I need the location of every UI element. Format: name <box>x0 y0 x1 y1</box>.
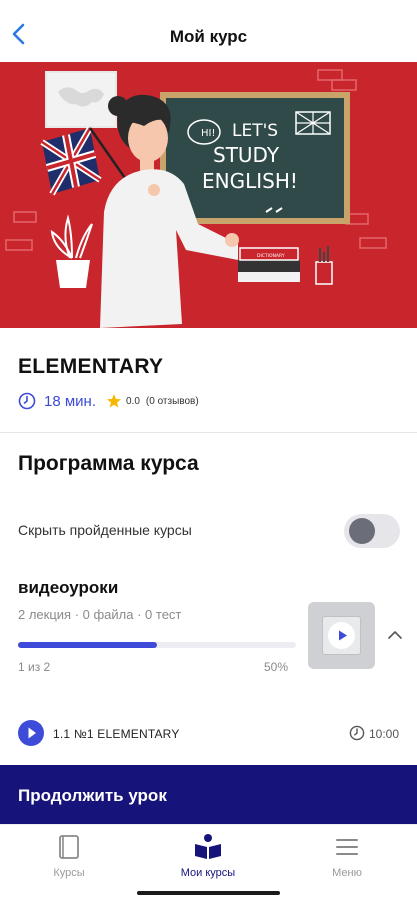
course-rating: 0.0 <box>126 395 140 407</box>
toggle-knob <box>349 518 375 544</box>
tab-my-courses-label: Мои курсы <box>180 867 236 879</box>
course-reviews[interactable]: (0 отзывов) <box>146 396 199 407</box>
section-stats: 2 лекция · 0 файла · 0 тест <box>18 607 182 622</box>
course-duration: 18 мин. <box>44 392 96 410</box>
tab-menu[interactable]: Меню <box>297 833 397 879</box>
chevron-up-icon[interactable] <box>386 628 404 642</box>
open-book-icon <box>195 834 221 859</box>
bottom-tab-bar: Курсы Мои курсы Меню <box>0 824 417 900</box>
teacher-illustration: HI! LET'S STUDY ENGLISH! DICTIONARY <box>0 62 417 328</box>
clock-icon <box>349 725 365 741</box>
program-title: Программа курса <box>18 452 199 475</box>
clock-icon <box>18 392 36 410</box>
course-title: ELEMENTARY <box>18 355 164 378</box>
play-circle-icon <box>328 622 355 649</box>
book-icon <box>59 835 79 859</box>
progress-percent: 50% <box>264 660 289 674</box>
lesson-title: 1.1 №1 ELEMENTARY <box>53 727 180 741</box>
speech-bubble-text: HI! <box>201 128 215 139</box>
tab-menu-label: Меню <box>332 867 362 879</box>
home-indicator <box>137 891 280 895</box>
continue-lesson-button[interactable]: Продолжить урок <box>0 765 417 824</box>
section-progress-bar <box>18 642 296 648</box>
star-icon <box>107 394 121 408</box>
play-icon[interactable] <box>18 720 44 746</box>
divider <box>0 432 417 433</box>
tab-courses[interactable]: Курсы <box>19 833 119 879</box>
course-banner-image: HI! LET'S STUDY ENGLISH! DICTIONARY <box>0 62 417 328</box>
page-title: Мой курс <box>169 27 248 46</box>
continue-lesson-label: Продолжить урок <box>18 786 167 805</box>
board-line3: ENGLISH! <box>202 169 298 193</box>
course-meta: 18 мин. 0.0 (0 отзывов) <box>18 392 199 410</box>
board-line1: LET'S <box>232 121 278 141</box>
hamburger-icon <box>336 839 358 855</box>
hide-completed-label: Скрыть пройденные курсы <box>18 522 192 538</box>
lesson-row[interactable]: 1.1 №1 ELEMENTARY 10:00 <box>0 706 417 762</box>
progress-count: 1 из 2 <box>18 660 51 674</box>
header: Мой курс <box>0 0 417 62</box>
tab-courses-label: Курсы <box>53 867 85 879</box>
section-thumbnail[interactable] <box>308 602 375 669</box>
hide-completed-toggle[interactable] <box>344 514 400 548</box>
book-label: DICTIONARY <box>257 253 285 259</box>
tab-my-courses[interactable]: Мои курсы <box>158 833 258 879</box>
lesson-time: 10:00 <box>369 727 400 741</box>
section-title[interactable]: видеоуроки <box>18 578 118 598</box>
board-line2: STUDY <box>213 143 280 167</box>
section-progress-fill <box>18 642 157 648</box>
